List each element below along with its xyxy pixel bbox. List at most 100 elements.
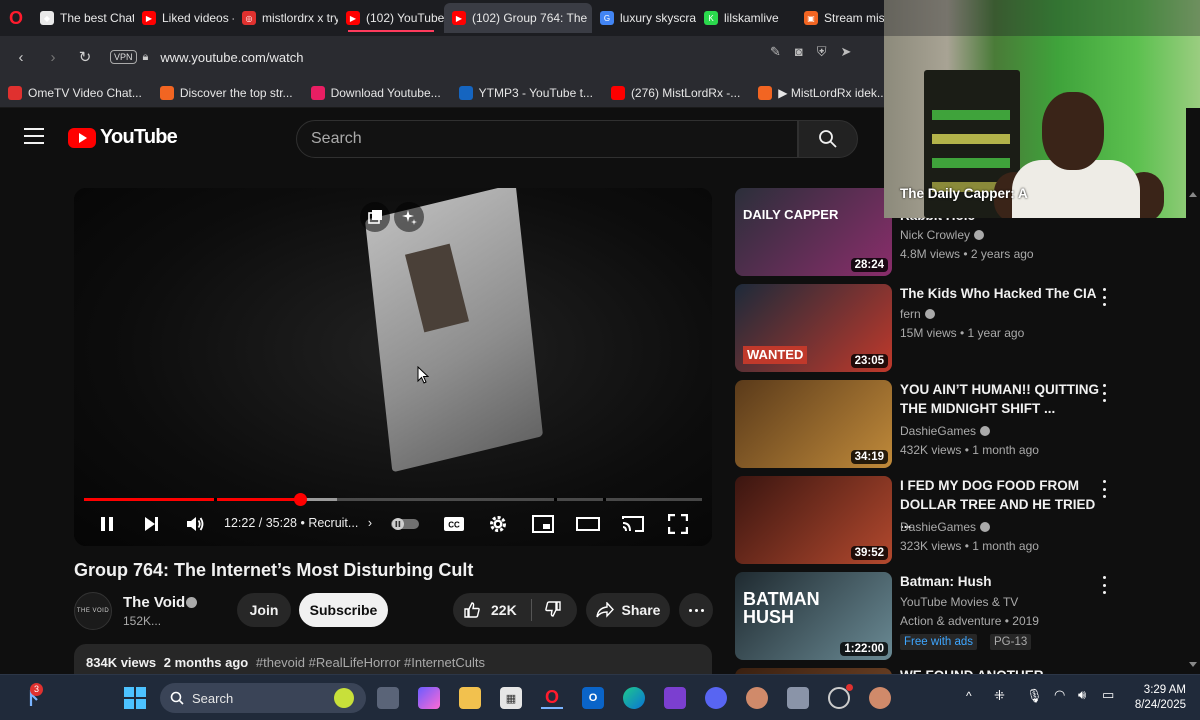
url-input[interactable]: www.youtube.com/watch — [160, 50, 303, 65]
recommended-channel[interactable]: YouTube Movies & TV — [900, 595, 1018, 609]
video-thumbnail[interactable]: DAILY CAPPER 28:24 — [735, 188, 892, 276]
hashtags[interactable]: #thevoid #RealLifeHorror #InternetCults — [256, 655, 485, 670]
bookmark-item[interactable]: (276) MistLordRx -... — [610, 85, 740, 100]
lock-icon[interactable]: 🔒︎ — [143, 51, 149, 64]
bookmark-item[interactable]: Download Youtube... — [310, 85, 441, 100]
chapter-chevron-icon[interactable]: › — [368, 516, 372, 530]
shield-icon[interactable]: ⛨ — [817, 44, 827, 60]
battery-icon[interactable]: ▭ — [1102, 687, 1114, 703]
more-options-icon[interactable] — [1099, 288, 1109, 306]
volume-button[interactable] — [182, 508, 208, 540]
miniplayer-button[interactable] — [529, 508, 557, 540]
more-options-icon[interactable] — [1099, 576, 1109, 594]
video-thumbnail[interactable]: WANTED 23:05 — [735, 284, 892, 372]
recommended-video[interactable]: 39:52 I FED MY DOG FOOD FROM DOLLAR TREE … — [735, 476, 1175, 566]
send-icon[interactable]: ➤ — [841, 44, 852, 60]
browser-tab[interactable]: ▣ Stream mist — [796, 3, 888, 33]
page-scrollbar[interactable] — [1186, 108, 1200, 674]
progress-bar[interactable] — [84, 493, 702, 506]
discord-icon[interactable] — [705, 687, 727, 709]
dislike-button[interactable] — [544, 600, 562, 621]
bookmark-item[interactable]: Discover the top str... — [159, 85, 293, 100]
chapter-title[interactable]: Recruit... — [308, 516, 358, 530]
share-button[interactable]: Share — [586, 593, 670, 627]
search-input[interactable]: Search — [296, 120, 798, 158]
scroll-up-icon[interactable] — [1189, 192, 1197, 197]
theater-mode-button[interactable] — [574, 508, 602, 540]
more-options-icon[interactable] — [1099, 480, 1109, 498]
edge-icon[interactable] — [623, 687, 645, 709]
task-view-icon[interactable] — [377, 687, 399, 709]
recommended-video[interactable]: 34:19 YOU AIN’T HUMAN!! QUITTING THE MIDN… — [735, 380, 1175, 470]
recommended-title[interactable]: The Kids Who Hacked The CIA — [900, 284, 1100, 303]
pause-button[interactable] — [94, 508, 120, 540]
edit-icon[interactable]: ✎ — [770, 44, 781, 60]
recommended-video[interactable]: WANTED 23:05 The Kids Who Hacked The CIA fe… — [735, 284, 1175, 374]
wifi-icon[interactable]: ◠ — [1054, 687, 1065, 703]
start-button[interactable] — [124, 687, 146, 709]
miniplayer-icon[interactable] — [360, 202, 390, 232]
youtube-logo[interactable]: YouTube — [68, 126, 178, 149]
forward-button[interactable]: › — [40, 44, 66, 70]
recommended-channel[interactable]: Nick Crowley — [900, 228, 985, 242]
tray-chevron-icon[interactable]: ^ — [966, 689, 972, 703]
taskbar-search[interactable]: Search — [160, 683, 366, 713]
video-thumbnail[interactable]: 34:19 — [735, 380, 892, 468]
outlook-icon[interactable]: O — [582, 687, 604, 709]
recommended-title[interactable]: Batman: Hush — [900, 572, 1100, 591]
settings-button[interactable] — [484, 508, 512, 540]
copilot-icon[interactable] — [418, 687, 440, 709]
autoplay-toggle[interactable] — [388, 508, 422, 540]
taskbar-clock[interactable]: 3:29 AM 8/24/2025 — [1126, 683, 1186, 713]
microphone-icon[interactable]: 🎙︎ — [1026, 688, 1043, 704]
browser-tab[interactable]: ◆ The best Chat — [32, 3, 134, 33]
bookmark-item[interactable]: YTMP3 - YouTube t... — [458, 85, 593, 100]
microsoft-store-icon[interactable]: ▦ — [500, 687, 522, 709]
search-button[interactable] — [798, 120, 858, 158]
next-button[interactable] — [138, 508, 164, 540]
video-player[interactable]: 12:22 / 35:28 • Recruit... › CC — [74, 188, 712, 546]
like-button[interactable]: 22K — [463, 601, 517, 619]
clipchamp-icon[interactable] — [664, 687, 686, 709]
browser-tab[interactable]: Gluxury skyscra — [592, 3, 696, 33]
fullscreen-button[interactable] — [664, 508, 692, 540]
join-button[interactable]: Join — [237, 593, 291, 627]
recommended-channel[interactable]: DashieGames — [900, 424, 991, 438]
subscribe-button[interactable]: Subscribe — [299, 593, 388, 627]
opera-taskbar-icon[interactable]: O — [541, 687, 563, 709]
bookmark-label: Discover the top str... — [179, 85, 293, 100]
camera-app-icon[interactable] — [787, 687, 809, 709]
recommended-channel[interactable]: fern — [900, 307, 935, 321]
opera-logo-icon[interactable]: O — [0, 0, 32, 36]
menu-icon[interactable] — [24, 128, 44, 144]
browser-tab[interactable]: ▶ (102) Group 764: The — [444, 3, 592, 33]
sparkle-icon[interactable] — [394, 202, 424, 232]
game-app-icon[interactable] — [746, 687, 768, 709]
reload-button[interactable]: ↻ — [72, 44, 98, 70]
recommended-video[interactable]: BATMAN HUSH 1:22:00 Batman: Hush YouTube Mo… — [735, 572, 1175, 662]
camera-icon[interactable]: ◙ — [795, 44, 803, 60]
channel-name[interactable]: The Void — [123, 594, 185, 611]
volume-tray-icon[interactable]: 🔊︎ — [1078, 687, 1086, 703]
file-explorer-icon[interactable] — [459, 687, 481, 709]
recommended-title[interactable]: YOU AIN’T HUMAN!! QUITTING THE MIDNIGHT … — [900, 380, 1100, 418]
channel-avatar[interactable]: THE VOID — [74, 592, 112, 630]
game-app-2-icon[interactable] — [869, 687, 891, 709]
back-button[interactable]: ‹ — [8, 44, 34, 70]
cast-button[interactable] — [619, 508, 647, 540]
video-thumbnail[interactable]: 39:52 — [735, 476, 892, 564]
network-tray-icon[interactable]: ⁜ — [994, 688, 1005, 704]
recommended-channel[interactable]: DashieGames — [900, 520, 991, 534]
vpn-badge[interactable]: VPN — [110, 50, 137, 64]
bookmark-item[interactable]: OmeTV Video Chat... — [8, 85, 142, 100]
browser-tab[interactable]: ▶ (102) YouTube — [338, 3, 444, 33]
video-thumbnail[interactable]: BATMAN HUSH 1:22:00 — [735, 572, 892, 660]
browser-tab[interactable]: ▶ Liked videos - — [134, 3, 234, 33]
browser-tab[interactable]: ◎ mistlordrx x try — [234, 3, 338, 33]
browser-tab[interactable]: Klilskamlive — [696, 3, 796, 33]
more-options-icon[interactable] — [1099, 384, 1109, 402]
scroll-down-icon[interactable] — [1189, 662, 1197, 667]
captions-button[interactable]: CC — [440, 508, 468, 540]
more-actions-button[interactable] — [679, 593, 713, 627]
bookmark-item[interactable]: ▶ MistLordRx idek... — [758, 85, 887, 100]
